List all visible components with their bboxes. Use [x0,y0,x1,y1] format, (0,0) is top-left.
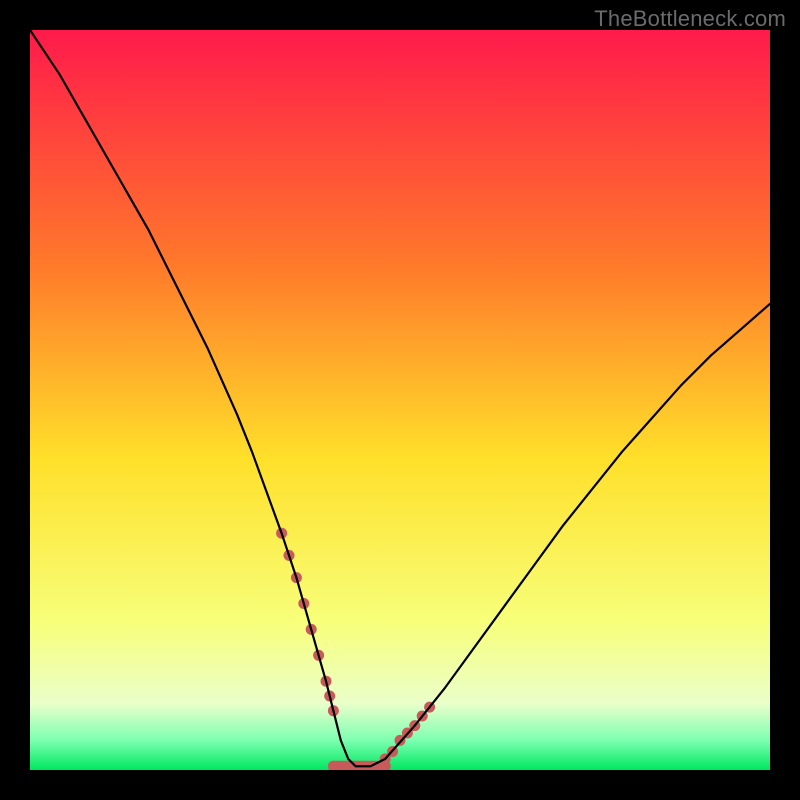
chart-stage: TheBottleneck.com [0,0,800,800]
plot-area [30,30,770,770]
watermark-text: TheBottleneck.com [594,6,786,32]
gradient-background [30,30,770,770]
bottleneck-chart [30,30,770,770]
